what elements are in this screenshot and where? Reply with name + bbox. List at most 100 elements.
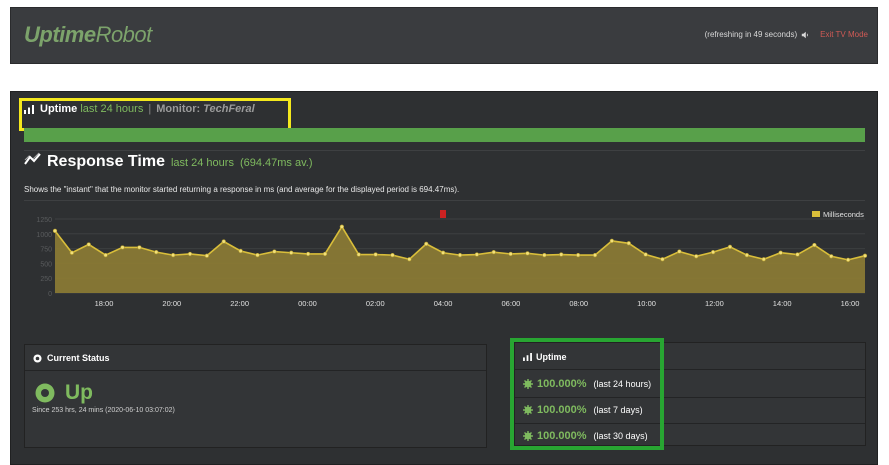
x-tick-label: 04:00 [434, 299, 453, 308]
data-point [306, 251, 311, 257]
data-point [829, 254, 834, 259]
logo-text-thin: Robot [95, 22, 153, 47]
legend-swatch [812, 211, 820, 217]
data-point [592, 253, 598, 258]
monitor-panel: Uptime last 24 hours | Monitor: TechFeral… [10, 91, 878, 465]
data-point [187, 251, 193, 257]
y-tick-label: 1250 [36, 217, 52, 224]
chart-divider [24, 200, 865, 201]
data-point [711, 250, 716, 255]
data-point [474, 252, 479, 257]
y-tick-label: 0 [48, 291, 52, 298]
event-marker [440, 210, 446, 218]
y-tick-label: 750 [40, 247, 52, 254]
x-tick-label: 02:00 [366, 299, 385, 308]
status-state: Up [65, 381, 93, 404]
data-point [457, 253, 463, 258]
data-point [778, 250, 783, 255]
x-tick-label: 20:00 [162, 299, 181, 308]
data-point [609, 238, 614, 244]
data-point [103, 253, 108, 258]
exit-tv-mode-link[interactable]: Exit TV Mode [820, 30, 868, 39]
x-tick-label: 18:00 [95, 299, 114, 308]
data-point [339, 224, 344, 229]
data-point [542, 253, 547, 258]
response-time-chart: 1250 1000 750 500 250 0 18:00 20:00 22:00 00:00 02… [36, 210, 868, 308]
data-point [424, 241, 429, 246]
x-tick-label: 00:00 [298, 299, 317, 308]
data-point [441, 250, 446, 255]
status-row: Up [35, 381, 93, 405]
y-tick-label: 250 [40, 276, 52, 283]
data-point [69, 250, 74, 255]
data-point [204, 253, 209, 258]
section-divider [24, 150, 865, 151]
data-point [660, 257, 665, 262]
data-point [491, 250, 496, 255]
status-since: Since 253 hrs, 24 mins (2020-06-10 03:07… [32, 407, 175, 414]
response-time-average: (694.47ms av.) [239, 157, 313, 169]
data-point [356, 252, 361, 257]
data-point [86, 242, 91, 247]
data-point [626, 241, 631, 246]
highlight-box-green [510, 338, 664, 450]
response-time-description: Shows the "instant" that the monitor sta… [24, 185, 460, 194]
current-status-title: Current Status [47, 353, 110, 363]
x-tick-label: 08:00 [569, 299, 588, 308]
data-point [727, 244, 733, 249]
current-status-panel: Current Status Up Since 253 hrs, 24 mins… [24, 344, 487, 448]
x-tick-label: 16:00 [841, 299, 860, 308]
series-area [55, 226, 865, 293]
data-point [238, 248, 243, 254]
response-time-title: Response Time [47, 153, 165, 170]
data-point [643, 252, 648, 257]
data-point [272, 249, 277, 254]
uptimerobot-logo[interactable]: UptimeRobot [24, 22, 152, 48]
data-point [862, 253, 868, 258]
top-header: UptimeRobot (refreshing in 49 seconds) E… [10, 7, 878, 64]
data-point [137, 245, 142, 250]
header-controls: (refreshing in 49 seconds) Exit TV Mode [705, 30, 868, 39]
x-tick-label: 10:00 [637, 299, 656, 308]
data-point [154, 250, 159, 255]
current-status-heading: Current Status [33, 353, 110, 363]
data-point [373, 252, 378, 257]
status-dot-icon [33, 353, 42, 363]
uptime-bar [24, 128, 865, 142]
line-chart-icon [24, 152, 41, 165]
data-point [761, 257, 766, 262]
data-point [525, 251, 530, 256]
data-point [390, 253, 395, 258]
response-time-period: last 24 hours [170, 157, 234, 169]
data-point [52, 228, 58, 233]
data-point [255, 253, 260, 258]
response-time-heading: Response Time last 24 hours (694.47ms av… [24, 152, 313, 171]
data-point [289, 250, 294, 255]
status-divider [25, 370, 486, 371]
data-point [559, 252, 564, 257]
data-point [694, 254, 699, 259]
data-point [846, 257, 851, 262]
data-point [322, 251, 328, 257]
data-point [744, 253, 749, 258]
data-point [576, 253, 581, 258]
refresh-countdown: (refreshing in 49 seconds) [704, 30, 798, 39]
data-point [812, 242, 817, 248]
data-point [677, 249, 682, 254]
logo-text-bold: Uptime [24, 22, 96, 47]
data-point [407, 257, 412, 262]
x-tick-label: 12:00 [705, 299, 724, 308]
up-status-icon [35, 383, 55, 403]
x-tick-label: 22:00 [230, 299, 249, 308]
speaker-icon[interactable] [801, 31, 809, 39]
x-tick-label: 14:00 [773, 299, 792, 308]
data-point [120, 245, 125, 250]
x-tick-label: 06:00 [502, 299, 521, 308]
data-point [171, 253, 176, 258]
y-tick-label: 1000 [36, 232, 52, 239]
data-point [795, 252, 800, 257]
data-point [508, 251, 513, 257]
highlight-box-yellow [19, 98, 291, 131]
y-tick-label: 500 [40, 261, 52, 268]
data-point [221, 239, 226, 244]
